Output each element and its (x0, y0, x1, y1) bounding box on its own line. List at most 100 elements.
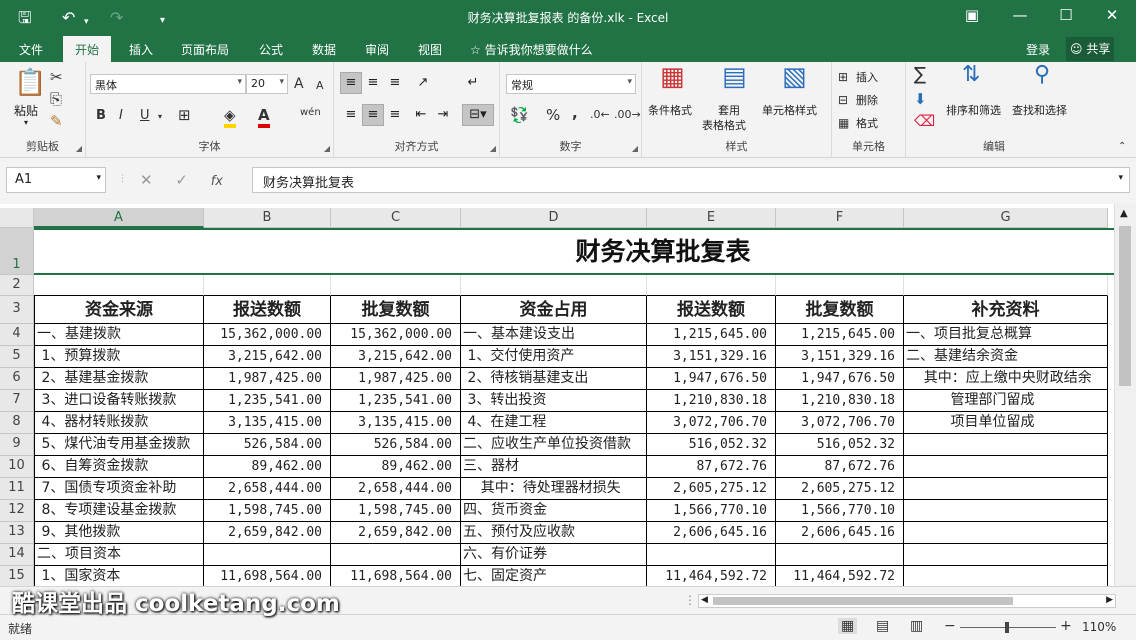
paste-dropdown-icon[interactable]: ▾ (24, 118, 28, 127)
table-cell[interactable] (647, 544, 776, 566)
table-cell[interactable]: 一、基建拨款 (34, 324, 204, 346)
table-cell[interactable]: 87,672.76 (776, 456, 904, 478)
table-cell[interactable]: 2,605,275.12 (776, 478, 904, 500)
table-cell[interactable]: 项目单位留成 (904, 412, 1108, 434)
table-cell[interactable]: 2,658,444.00 (204, 478, 331, 500)
orientation-button[interactable]: ↗ (412, 72, 434, 94)
table-cell[interactable]: 七、固定资产 (461, 566, 647, 588)
table-cell[interactable]: 2,606,645.16 (776, 522, 904, 544)
comma-style-button[interactable]: , (572, 104, 578, 122)
row-header[interactable]: 3 (0, 296, 34, 324)
tab-formulas[interactable]: 公式 (259, 41, 283, 58)
table-cell[interactable] (204, 544, 331, 566)
row-header[interactable]: 10 (0, 456, 34, 478)
page-break-view-icon[interactable]: ▥ (910, 618, 923, 634)
horizontal-scrollbar[interactable]: ◀ ▶ (698, 594, 1116, 608)
font-color-icon[interactable]: A (258, 106, 270, 128)
table-cell[interactable]: 3,215,642.00 (331, 346, 461, 368)
row-header[interactable]: 11 (0, 478, 34, 500)
minimize-icon[interactable]: — (1008, 6, 1032, 24)
table-cell[interactable]: 1,235,541.00 (331, 390, 461, 412)
tab-page-layout[interactable]: 页面布局 (181, 41, 229, 58)
table-cell[interactable] (904, 456, 1108, 478)
zoom-slider-thumb[interactable] (1005, 622, 1009, 633)
sort-filter-icon[interactable]: ⇅ (962, 64, 980, 86)
borders-icon[interactable]: ⊞ (178, 106, 191, 124)
merge-center-button[interactable]: ⊟▾ (462, 104, 494, 126)
font-launcher-icon[interactable]: ◢ (324, 144, 330, 153)
empty-cell[interactable] (331, 275, 461, 296)
table-cell[interactable]: 1,235,541.00 (204, 390, 331, 412)
table-cell[interactable]: 1,210,830.18 (647, 390, 776, 412)
find-select-label[interactable]: 查找和选择 (1012, 102, 1067, 118)
column-header[interactable]: F (776, 208, 904, 228)
conditional-format-label[interactable]: 条件格式 (648, 102, 692, 118)
row-header[interactable]: 8 (0, 412, 34, 434)
table-cell[interactable]: 2,659,842.00 (331, 522, 461, 544)
column-header[interactable]: E (647, 208, 776, 228)
table-cell[interactable]: 11,464,592.72 (776, 566, 904, 588)
align-center-button[interactable]: ≡ (362, 104, 384, 126)
row-header[interactable]: 1 (0, 228, 34, 275)
accounting-format-icon[interactable]: 💱 (510, 106, 529, 124)
increase-decimal-icon[interactable]: .0← (590, 106, 610, 124)
cell-styles-label[interactable]: 单元格样式 (762, 102, 817, 118)
table-cell[interactable]: 3,135,415.00 (331, 412, 461, 434)
empty-cell[interactable] (647, 275, 776, 296)
clear-icon[interactable]: ⌫ (914, 112, 935, 130)
table-cell[interactable]: 1,215,645.00 (776, 324, 904, 346)
table-cell[interactable]: 1,947,676.50 (647, 368, 776, 390)
table-cell[interactable]: 四、货币资金 (461, 500, 647, 522)
italic-button[interactable]: I (119, 107, 123, 125)
zoom-out-icon[interactable]: − (944, 618, 956, 634)
decrease-decimal-icon[interactable]: .00→ (614, 106, 641, 124)
table-cell[interactable]: 8、专项建设基金拨款 (34, 500, 204, 522)
percent-style-button[interactable]: % (546, 106, 560, 124)
scroll-right-icon[interactable]: ▶ (1106, 595, 1113, 605)
name-box[interactable]: A1 ▾ (6, 167, 106, 193)
table-cell[interactable] (904, 434, 1108, 456)
insert-function-button[interactable]: fx (211, 174, 223, 189)
paste-icon[interactable]: 📋 (14, 68, 46, 98)
table-cell[interactable]: 其中：应上缴中央财政结余 (904, 368, 1108, 390)
table-cell[interactable]: 六、有价证券 (461, 544, 647, 566)
table-cell[interactable]: 4、在建工程 (461, 412, 647, 434)
table-cell[interactable]: 2、待核销基建支出 (461, 368, 647, 390)
table-cell[interactable]: 1、预算拨款 (34, 346, 204, 368)
table-cell[interactable]: 3,135,415.00 (204, 412, 331, 434)
row-header[interactable]: 12 (0, 500, 34, 522)
cancel-icon[interactable]: ✕ (140, 171, 153, 189)
fill-color-icon[interactable]: ◈ (224, 106, 236, 128)
table-cell[interactable]: 3,151,329.16 (776, 346, 904, 368)
close-icon[interactable]: ✕ (1100, 6, 1124, 24)
tell-me-box[interactable]: ☆ 告诉我你想要做什么 (470, 41, 593, 58)
table-cell[interactable]: 11,464,592.72 (647, 566, 776, 588)
vertical-scrollbar[interactable]: ▲ (1114, 204, 1136, 586)
tab-data[interactable]: 数据 (312, 41, 336, 58)
delete-cells-label[interactable]: 删除 (856, 92, 878, 108)
column-header[interactable]: A (34, 208, 204, 228)
font-size-dropdown[interactable]: 20 ▾ (246, 74, 288, 94)
table-cell[interactable]: 三、器材 (461, 456, 647, 478)
align-top-button[interactable]: ≡ (340, 72, 362, 94)
table-header-cell[interactable]: 资金来源 (34, 296, 204, 324)
table-cell[interactable] (904, 544, 1108, 566)
align-bottom-button[interactable]: ≡ (384, 72, 406, 94)
maximize-icon[interactable]: ☐ (1054, 6, 1078, 24)
hscroll-thumb[interactable] (713, 597, 1013, 605)
table-cell[interactable]: 4、器材转账拨款 (34, 412, 204, 434)
table-cell[interactable]: 1,598,745.00 (204, 500, 331, 522)
table-header-cell[interactable]: 补充资料 (904, 296, 1108, 324)
worksheet-grid[interactable]: ABCDEFG 1 2 3 4 5 6 7 8 9 10 11 12 13 14 15 资金来源 报送数额 批复… (0, 204, 1136, 588)
table-cell[interactable]: 3,151,329.16 (647, 346, 776, 368)
phonetic-icon[interactable]: wén (300, 104, 321, 122)
table-cell[interactable] (904, 478, 1108, 500)
zoom-level[interactable]: 110% (1082, 620, 1116, 634)
table-cell[interactable]: 3,215,642.00 (204, 346, 331, 368)
underline-button[interactable]: U (140, 107, 150, 125)
table-cell[interactable]: 二、基建结余资金 (904, 346, 1108, 368)
table-cell[interactable] (904, 500, 1108, 522)
split-icon[interactable]: ⋮ (684, 593, 696, 607)
tab-view[interactable]: 视图 (418, 41, 442, 58)
table-cell[interactable]: 15,362,000.00 (204, 324, 331, 346)
